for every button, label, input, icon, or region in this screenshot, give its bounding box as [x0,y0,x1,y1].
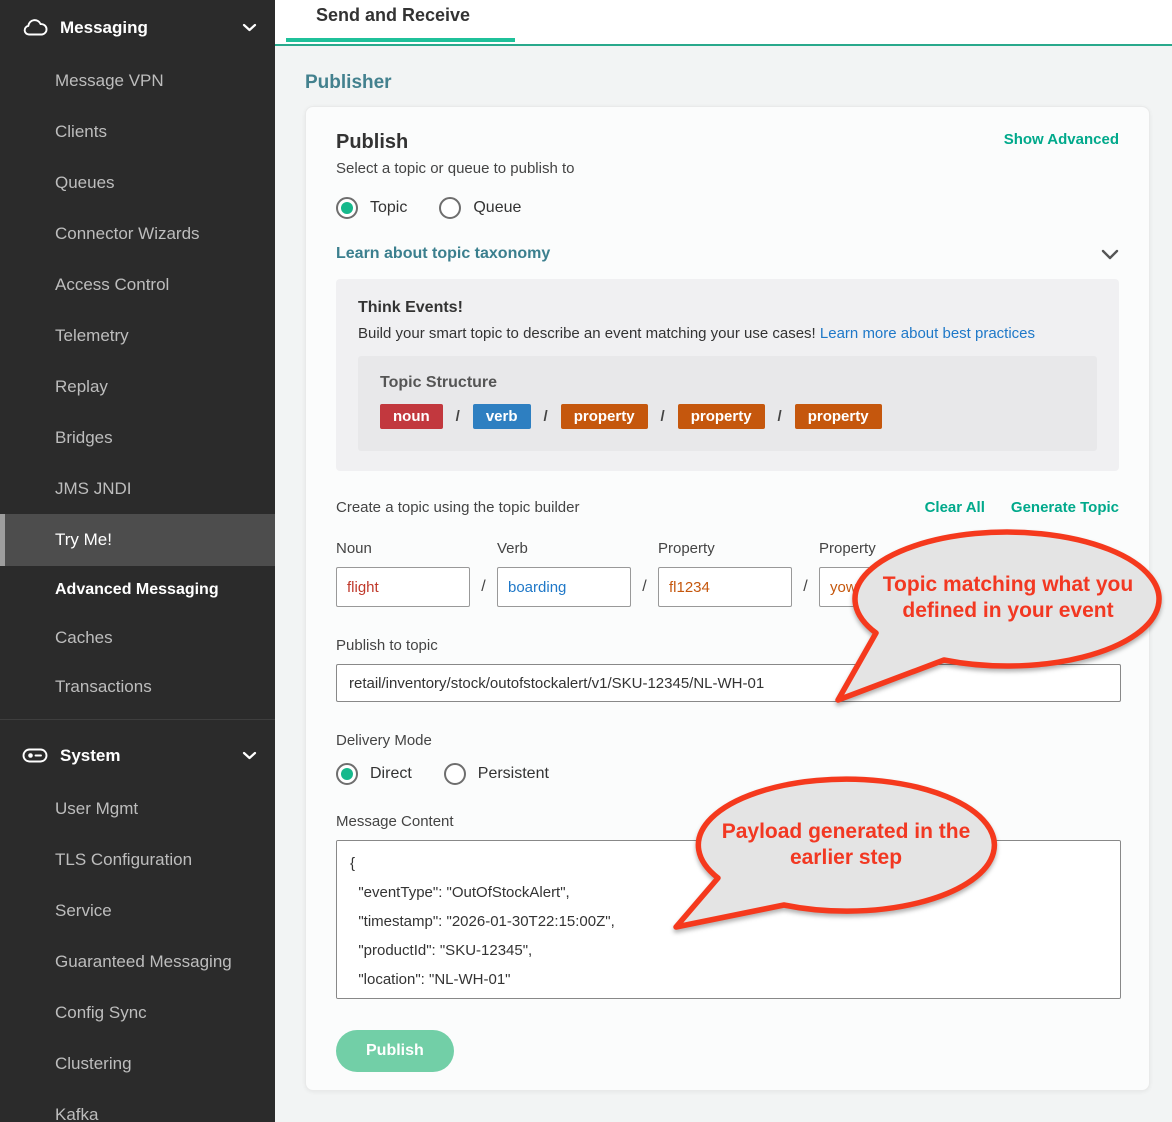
sidebar-item-advanced-messaging[interactable]: Advanced Messaging [0,566,275,613]
separator: / [631,578,658,607]
active-tab-underline [286,38,515,42]
publish-panel-subtitle: Select a topic or queue to publish to [336,160,1119,177]
sidebar-item-clients[interactable]: Clients [0,106,275,157]
sidebar: Messaging Message VPN Clients Queues Con… [0,0,275,1122]
sidebar-section-label: Messaging [60,18,242,38]
separator: / [792,578,819,607]
best-practices-link[interactable]: Learn more about best practices [820,325,1035,342]
think-events-title: Think Events! [358,299,1097,317]
persistent-radio-label: Persistent [478,765,549,783]
noun-input[interactable] [336,567,470,607]
separator: / [456,408,460,425]
tab-bar: Send and Receive [275,0,1172,46]
topic-builder-title: Create a topic using the topic builder [336,499,579,516]
topic-builder-fields: Noun / Verb / Property / Property [336,540,1119,607]
topic-taxonomy-link[interactable]: Learn about topic taxonomy [336,245,550,263]
verb-input[interactable] [497,567,631,607]
sidebar-item-access-control[interactable]: Access Control [0,259,275,310]
queue-radio-label: Queue [473,199,521,217]
publish-button[interactable]: Publish [336,1030,454,1072]
publisher-section-title: Publisher [305,72,1172,94]
direct-radio[interactable]: Direct [336,763,412,785]
chevron-down-icon [242,23,257,32]
sidebar-item-transactions[interactable]: Transactions [0,662,275,711]
sidebar-item-jms-jndi[interactable]: JMS JNDI [0,463,275,514]
radio-circle [336,763,358,785]
separator: / [661,408,665,425]
chevron-down-icon[interactable] [1101,249,1119,260]
sidebar-item-message-vpn[interactable]: Message VPN [0,55,275,106]
topic-structure-box: Topic Structure noun / verb / property /… [358,356,1097,451]
sidebar-section-label: System [60,746,242,766]
sidebar-item-guaranteed-messaging[interactable]: Guaranteed Messaging [0,936,275,987]
main-content: Send and Receive Publisher Publish Show … [275,0,1172,1122]
sidebar-item-replay[interactable]: Replay [0,361,275,412]
sidebar-item-clustering[interactable]: Clustering [0,1038,275,1089]
show-advanced-link[interactable]: Show Advanced [1004,131,1119,148]
sidebar-section-messaging[interactable]: Messaging [0,0,275,55]
queue-radio[interactable]: Queue [439,197,521,219]
property-field-label: Property [819,540,953,557]
message-content-textarea[interactable]: { "eventType": "OutOfStockAlert", "times… [336,840,1121,999]
sidebar-section-system[interactable]: System [0,728,275,783]
delivery-mode-label: Delivery Mode [336,732,1119,749]
topic-structure-badges: noun / verb / property / property / prop… [380,404,1075,429]
generate-topic-link[interactable]: Generate Topic [1011,499,1119,516]
description-text: Build your smart topic to describe an ev… [358,325,820,342]
delivery-mode-radio-group: Direct Persistent [336,763,1119,785]
property-input-1[interactable] [658,567,792,607]
verb-badge: verb [473,404,531,429]
sidebar-item-service[interactable]: Service [0,885,275,936]
message-content-label: Message Content [336,813,1119,830]
topic-radio-label: Topic [370,199,407,217]
sidebar-item-tls-configuration[interactable]: TLS Configuration [0,834,275,885]
think-events-box: Think Events! Build your smart topic to … [336,279,1119,471]
persistent-radio[interactable]: Persistent [444,763,549,785]
property-badge: property [678,404,765,429]
publish-panel-title: Publish [336,131,408,154]
property-badge: property [561,404,648,429]
publish-to-topic-label: Publish to topic [336,637,1119,654]
chevron-down-icon [242,751,257,760]
publish-to-topic-input[interactable] [336,664,1121,702]
publish-panel: Publish Show Advanced Select a topic or … [305,106,1150,1091]
property-badge: property [795,404,882,429]
sidebar-item-bridges[interactable]: Bridges [0,412,275,463]
think-events-description: Build your smart topic to describe an ev… [358,325,1097,342]
sidebar-divider [0,719,275,720]
sidebar-item-caches[interactable]: Caches [0,613,275,662]
topic-radio[interactable]: Topic [336,197,407,219]
direct-radio-label: Direct [370,765,412,783]
topic-structure-title: Topic Structure [380,374,1075,392]
destination-radio-group: Topic Queue [336,197,1119,219]
noun-field-label: Noun [336,540,470,557]
property-input-2[interactable] [819,567,953,607]
verb-field-label: Verb [497,540,631,557]
cloud-icon [22,18,48,37]
sidebar-item-try-me[interactable]: Try Me! [0,514,275,566]
noun-badge: noun [380,404,443,429]
sidebar-item-config-sync[interactable]: Config Sync [0,987,275,1038]
separator: / [778,408,782,425]
clear-all-link[interactable]: Clear All [925,499,985,516]
radio-circle [336,197,358,219]
radio-circle [444,763,466,785]
sidebar-item-connector-wizards[interactable]: Connector Wizards [0,208,275,259]
property-field-label: Property [658,540,792,557]
radio-circle [439,197,461,219]
separator: / [544,408,548,425]
tab-send-and-receive[interactable]: Send and Receive [316,5,470,26]
sidebar-item-telemetry[interactable]: Telemetry [0,310,275,361]
sidebar-item-kafka[interactable]: Kafka [0,1089,275,1122]
system-icon [22,748,48,763]
sidebar-item-user-mgmt[interactable]: User Mgmt [0,783,275,834]
sidebar-item-queues[interactable]: Queues [0,157,275,208]
separator: / [470,578,497,607]
